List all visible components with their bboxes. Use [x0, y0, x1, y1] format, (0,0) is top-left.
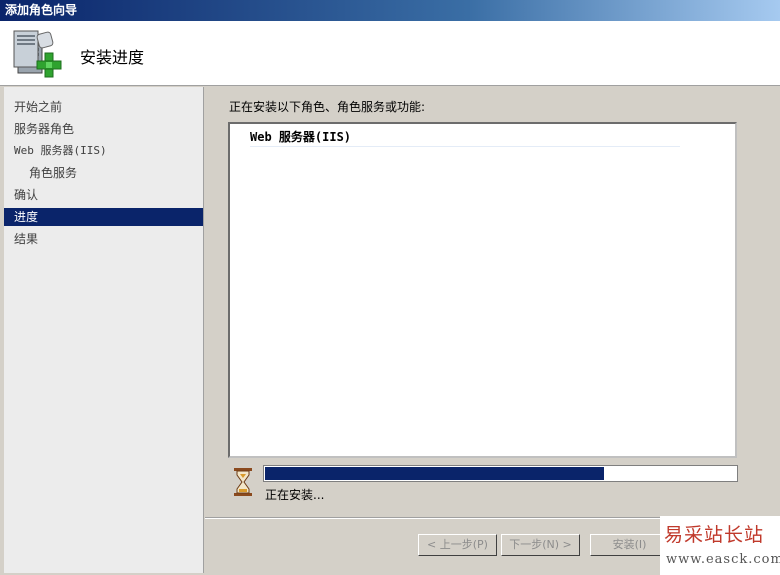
- progress-fill: [265, 467, 604, 480]
- list-item[interactable]: Web 服务器(IIS): [250, 128, 680, 147]
- install-button[interactable]: 安装(I): [590, 534, 669, 556]
- sidebar-item-server-roles[interactable]: 服务器角色: [4, 120, 203, 138]
- install-status-text: 正在安装...: [265, 488, 325, 502]
- watermark-url: www.easck.com: [666, 552, 780, 567]
- window-title: 添加角色向导: [5, 3, 78, 17]
- sidebar-item-before-you-begin[interactable]: 开始之前: [4, 98, 203, 116]
- site-watermark: 易采站长站 www.easck.com: [660, 516, 780, 575]
- wizard-header: 安装进度: [0, 21, 780, 86]
- server-add-icon: [13, 30, 62, 78]
- install-list-label: 正在安装以下角色、角色服务或功能:: [229, 100, 426, 114]
- window-titlebar[interactable]: 添加角色向导: [0, 0, 780, 21]
- next-button[interactable]: 下一步(N) >: [501, 534, 580, 556]
- sidebar-item-progress[interactable]: 进度: [4, 208, 203, 226]
- install-progress-bar: [263, 465, 738, 482]
- install-items-list[interactable]: Web 服务器(IIS): [228, 122, 737, 458]
- hourglass-icon: [234, 468, 252, 496]
- sidebar-item-results[interactable]: 结果: [4, 230, 203, 248]
- watermark-text: 易采站长站: [664, 524, 765, 546]
- sidebar-item-role-services[interactable]: 角色服务: [4, 164, 203, 182]
- sidebar-item-confirmation[interactable]: 确认: [4, 186, 203, 204]
- previous-button[interactable]: < 上一步(P): [418, 534, 497, 556]
- wizard-steps-sidebar: 开始之前 服务器角色 Web 服务器(IIS) 角色服务 确认 进度 结果: [4, 87, 204, 573]
- sidebar-item-web-server-iis[interactable]: Web 服务器(IIS): [4, 142, 203, 160]
- page-title: 安装进度: [80, 48, 145, 67]
